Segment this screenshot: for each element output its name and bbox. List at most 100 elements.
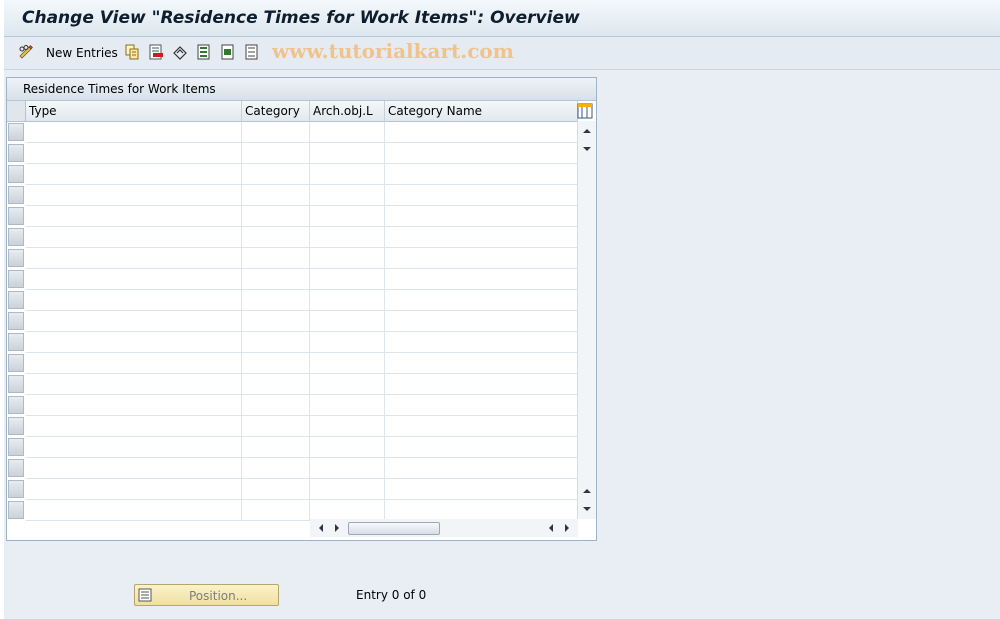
column-header-arch-obj[interactable]: Arch.obj.L xyxy=(310,101,385,122)
row-selector[interactable] xyxy=(8,417,24,435)
position-button[interactable]: Position... xyxy=(134,584,279,606)
row-selector[interactable] xyxy=(8,375,24,393)
row-selector[interactable] xyxy=(8,123,24,141)
horizontal-scroll-thumb[interactable] xyxy=(348,522,440,535)
table-cell[interactable] xyxy=(385,143,578,164)
select-all-icon[interactable] xyxy=(196,44,212,60)
row-selector[interactable] xyxy=(8,165,24,183)
table-cell[interactable] xyxy=(242,269,310,290)
row-selector[interactable] xyxy=(8,207,24,225)
row-selector[interactable] xyxy=(8,333,24,351)
table-cell[interactable] xyxy=(242,479,310,500)
table-cell[interactable] xyxy=(385,311,578,332)
row-selector[interactable] xyxy=(8,186,24,204)
row-selector[interactable] xyxy=(8,270,24,288)
table-cell[interactable] xyxy=(242,206,310,227)
page-left-icon[interactable] xyxy=(330,520,344,536)
page-up-icon[interactable] xyxy=(578,141,596,157)
table-cell[interactable] xyxy=(26,500,242,521)
column-header-type[interactable]: Type xyxy=(26,101,242,122)
table-cell[interactable] xyxy=(26,395,242,416)
page-right-icon[interactable] xyxy=(544,520,558,536)
copy-icon[interactable] xyxy=(124,44,140,60)
table-cell[interactable] xyxy=(242,395,310,416)
row-selector[interactable] xyxy=(8,354,24,372)
table-cell[interactable] xyxy=(26,416,242,437)
table-cell[interactable] xyxy=(385,248,578,269)
table-cell[interactable] xyxy=(310,164,385,185)
table-cell[interactable] xyxy=(242,185,310,206)
display-change-icon[interactable] xyxy=(18,44,34,60)
table-cell[interactable] xyxy=(385,206,578,227)
table-cell[interactable] xyxy=(385,458,578,479)
table-cell[interactable] xyxy=(26,479,242,500)
table-cell[interactable] xyxy=(310,269,385,290)
row-selector[interactable] xyxy=(8,312,24,330)
table-cell[interactable] xyxy=(242,122,310,143)
table-cell[interactable] xyxy=(26,374,242,395)
table-cell[interactable] xyxy=(26,458,242,479)
table-cell[interactable] xyxy=(26,353,242,374)
table-cell[interactable] xyxy=(26,185,242,206)
table-cell[interactable] xyxy=(242,227,310,248)
row-selector[interactable] xyxy=(8,144,24,162)
table-cell[interactable] xyxy=(26,311,242,332)
undo-icon[interactable] xyxy=(172,44,188,60)
table-cell[interactable] xyxy=(310,290,385,311)
table-cell[interactable] xyxy=(310,458,385,479)
row-selector[interactable] xyxy=(8,438,24,456)
select-all-rows-button[interactable] xyxy=(7,101,26,122)
table-cell[interactable] xyxy=(310,185,385,206)
table-cell[interactable] xyxy=(310,500,385,521)
table-cell[interactable] xyxy=(26,332,242,353)
table-cell[interactable] xyxy=(385,353,578,374)
row-selector[interactable] xyxy=(8,459,24,477)
table-cell[interactable] xyxy=(385,395,578,416)
table-cell[interactable] xyxy=(242,143,310,164)
table-cell[interactable] xyxy=(385,500,578,521)
table-cell[interactable] xyxy=(385,227,578,248)
table-cell[interactable] xyxy=(385,416,578,437)
row-selector[interactable] xyxy=(8,396,24,414)
table-cell[interactable] xyxy=(26,248,242,269)
table-cell[interactable] xyxy=(385,122,578,143)
column-header-category[interactable]: Category xyxy=(242,101,310,122)
table-cell[interactable] xyxy=(242,374,310,395)
table-cell[interactable] xyxy=(242,164,310,185)
scroll-right-icon[interactable] xyxy=(560,520,574,536)
table-cell[interactable] xyxy=(385,332,578,353)
table-cell[interactable] xyxy=(242,500,310,521)
table-cell[interactable] xyxy=(310,479,385,500)
table-cell[interactable] xyxy=(242,248,310,269)
table-cell[interactable] xyxy=(310,122,385,143)
table-cell[interactable] xyxy=(310,332,385,353)
table-cell[interactable] xyxy=(385,269,578,290)
table-cell[interactable] xyxy=(385,185,578,206)
new-entries-button[interactable]: New Entries xyxy=(46,46,118,60)
table-cell[interactable] xyxy=(26,269,242,290)
scroll-down-icon[interactable] xyxy=(578,501,596,517)
scroll-left-icon[interactable] xyxy=(314,520,328,536)
table-cell[interactable] xyxy=(242,353,310,374)
row-selector[interactable] xyxy=(8,480,24,498)
table-cell[interactable] xyxy=(310,143,385,164)
table-cell[interactable] xyxy=(310,311,385,332)
delete-icon[interactable] xyxy=(148,44,164,60)
table-cell[interactable] xyxy=(310,395,385,416)
row-selector[interactable] xyxy=(8,249,24,267)
table-cell[interactable] xyxy=(310,248,385,269)
scroll-up-icon[interactable] xyxy=(578,123,596,139)
table-cell[interactable] xyxy=(310,437,385,458)
table-cell[interactable] xyxy=(310,416,385,437)
table-cell[interactable] xyxy=(242,416,310,437)
table-cell[interactable] xyxy=(242,311,310,332)
row-selector[interactable] xyxy=(8,228,24,246)
column-header-category-name[interactable]: Category Name xyxy=(385,101,578,122)
table-cell[interactable] xyxy=(242,458,310,479)
table-cell[interactable] xyxy=(242,290,310,311)
table-cell[interactable] xyxy=(310,206,385,227)
table-cell[interactable] xyxy=(26,143,242,164)
table-cell[interactable] xyxy=(26,437,242,458)
table-cell[interactable] xyxy=(26,290,242,311)
table-cell[interactable] xyxy=(26,227,242,248)
